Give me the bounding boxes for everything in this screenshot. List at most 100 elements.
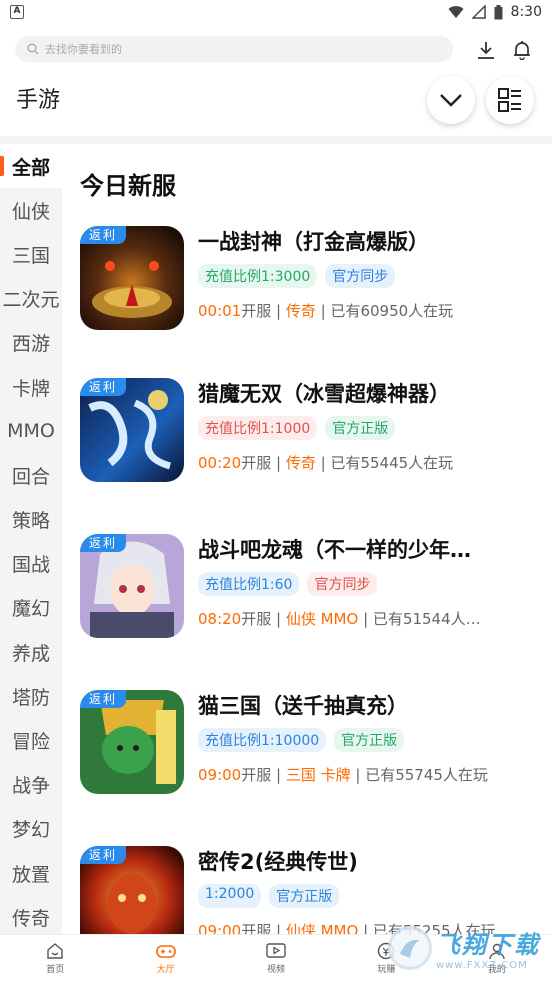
- search-input[interactable]: 去找你要看到的: [15, 36, 453, 62]
- sidebar-item-raising[interactable]: 养成: [0, 630, 62, 674]
- player-count: 已有55445人在玩: [330, 454, 454, 472]
- sidebar-item-anime[interactable]: 二次元: [0, 277, 62, 321]
- video-icon: [266, 942, 286, 958]
- tab-label: 大厅: [156, 964, 175, 975]
- open-time: 09:00: [198, 766, 242, 784]
- list-item[interactable]: 返利 猎魔无双（冰雪超爆神器） 充值比例1:1000 官方正版 00:20开服 …: [80, 378, 552, 486]
- game-icon: 返利: [80, 846, 184, 934]
- sidebar-item-tower-defense[interactable]: 塔防: [0, 674, 62, 718]
- search-icon: [27, 43, 39, 55]
- game-name: 猫三国（送千抽真充）: [198, 694, 408, 718]
- sidebar-item-war[interactable]: 战争: [0, 763, 62, 807]
- sidebar-item-xiyou[interactable]: 西游: [0, 321, 62, 365]
- tag-recharge-ratio: 充值比例1:1000: [198, 416, 318, 440]
- rebate-badge: 返利: [80, 378, 126, 396]
- game-icon: 返利: [80, 534, 184, 638]
- notification-button[interactable]: [510, 38, 534, 62]
- watermark-url: www.FXXZ.COM: [436, 960, 528, 971]
- watermark: 飞翔下载 www.FXXZ.COM: [388, 920, 548, 976]
- download-icon: [478, 42, 494, 59]
- sidebar-item-idle[interactable]: 放置: [0, 851, 62, 895]
- header: 去找你要看到的 手游: [0, 24, 552, 136]
- section-title: 今日新服: [80, 172, 176, 200]
- game-icon: 返利: [80, 226, 184, 330]
- notification-icon: A: [10, 5, 24, 19]
- sidebar-item-national-war[interactable]: 国战: [0, 542, 62, 586]
- search-placeholder: 去找你要看到的: [45, 43, 122, 56]
- list-grid-icon: [498, 88, 521, 112]
- server-info: 08:20开服 | 仙侠 MMO | 已有51544人在玩: [198, 608, 490, 629]
- sidebar-item-xianxia[interactable]: 仙侠: [0, 188, 62, 232]
- tab-home[interactable]: 首页: [0, 935, 110, 981]
- sidebar-item-turn-based[interactable]: 回合: [0, 453, 62, 497]
- list-item[interactable]: 返利 战斗吧龙魂（不一样的少年修仙） 充值比例1:60 官方同步 08:20开服…: [80, 534, 552, 642]
- sidebar-item-card[interactable]: 卡牌: [0, 365, 62, 409]
- tab-video[interactable]: 视频: [221, 935, 331, 981]
- server-info: 00:20开服 | 传奇 | 已有55445人在玩: [198, 454, 454, 472]
- sidebar-item-legend[interactable]: 传奇: [0, 895, 62, 934]
- sidebar-item-adventure[interactable]: 冒险: [0, 718, 62, 762]
- tab-label: 视频: [267, 964, 286, 975]
- game-name: 战斗吧龙魂（不一样的少年修仙）: [198, 538, 473, 562]
- list-item[interactable]: 返利 猫三国（送千抽真充） 充值比例1:10000 官方正版 09:00开服 |…: [80, 690, 552, 798]
- tag-official: 官方正版: [269, 884, 340, 908]
- tab-lobby[interactable]: 大厅: [110, 935, 220, 981]
- sidebar-item-strategy[interactable]: 策略: [0, 498, 62, 542]
- rebate-badge: 返利: [80, 846, 126, 864]
- tag-official: 官方正版: [325, 416, 396, 440]
- status-time: 8:30: [510, 4, 542, 20]
- server-info: 09:00开服 | 三国 卡牌 | 已有55745人在玩: [198, 766, 488, 784]
- genre: 仙侠 MMO: [285, 922, 359, 934]
- status-bar: A 8:30: [0, 0, 552, 24]
- tag-official: 官方同步: [325, 264, 396, 288]
- tag-official: 官方正版: [334, 728, 405, 752]
- game-list: 今日新服 返利 一战封神（打金高爆版） 充值比例1:3000 官方同步 00:0…: [62, 144, 552, 934]
- player-count: 已有55745人在玩: [365, 766, 488, 784]
- player-count: 已有60950人在玩: [330, 302, 454, 320]
- list-item[interactable]: 返利 一战封神（打金高爆版） 充值比例1:3000 官方同步 00:01开服 |…: [80, 226, 552, 334]
- rebate-badge: 返利: [80, 534, 126, 552]
- sidebar-item-dream[interactable]: 梦幻: [0, 807, 62, 851]
- gamepad-icon: [155, 944, 176, 958]
- open-time: 09:00: [198, 922, 242, 934]
- divider: [0, 136, 552, 144]
- page-title: 手游: [16, 88, 61, 113]
- rebate-badge: 返利: [80, 690, 126, 708]
- download-button[interactable]: [474, 38, 498, 62]
- player-count: 已有51544人在玩: [372, 610, 490, 628]
- genre: 仙侠 MMO: [285, 610, 359, 628]
- watermark-logo-icon: [388, 926, 432, 970]
- tab-label: 首页: [46, 964, 65, 975]
- bell-icon: [514, 41, 530, 60]
- expand-button[interactable]: [427, 76, 475, 124]
- chevron-down-icon: [440, 94, 462, 107]
- game-icon: 返利: [80, 690, 184, 794]
- wifi-icon: [448, 6, 464, 19]
- category-sidebar: 全部 仙侠 三国 二次元 西游 卡牌 MMO 回合 策略 国战 魔幻 养成 塔防…: [0, 144, 62, 934]
- rebate-badge: 返利: [80, 226, 126, 244]
- watermark-text: 飞翔下载: [436, 931, 540, 959]
- tag-recharge-ratio: 1:2000: [198, 884, 262, 908]
- server-info: 00:01开服 | 传奇 | 已有60950人在玩: [198, 302, 454, 320]
- game-icon: 返利: [80, 378, 184, 482]
- sidebar-item-sanguo[interactable]: 三国: [0, 232, 62, 276]
- tag-recharge-ratio: 充值比例1:60: [198, 572, 300, 596]
- game-name: 猎魔无双（冰雪超爆神器）: [198, 382, 450, 406]
- sidebar-item-all[interactable]: 全部: [0, 144, 62, 189]
- genre: 传奇: [285, 302, 316, 320]
- genre: 传奇: [285, 454, 316, 472]
- open-time: 00:20: [198, 454, 242, 472]
- tag-official: 官方同步: [307, 572, 378, 596]
- game-name: 密传2(经典传世): [198, 850, 358, 874]
- battery-icon: [494, 4, 503, 19]
- genre: 三国 卡牌: [285, 766, 351, 784]
- sidebar-item-mmo[interactable]: MMO: [0, 409, 62, 453]
- tag-recharge-ratio: 充值比例1:10000: [198, 728, 327, 752]
- sidebar-item-fantasy[interactable]: 魔幻: [0, 586, 62, 630]
- tag-recharge-ratio: 充值比例1:3000: [198, 264, 318, 288]
- signal-icon: [471, 5, 486, 19]
- game-name: 一战封神（打金高爆版）: [198, 230, 429, 254]
- open-time: 08:20: [198, 610, 242, 628]
- layout-toggle-button[interactable]: [486, 76, 534, 124]
- open-time: 00:01: [198, 302, 242, 320]
